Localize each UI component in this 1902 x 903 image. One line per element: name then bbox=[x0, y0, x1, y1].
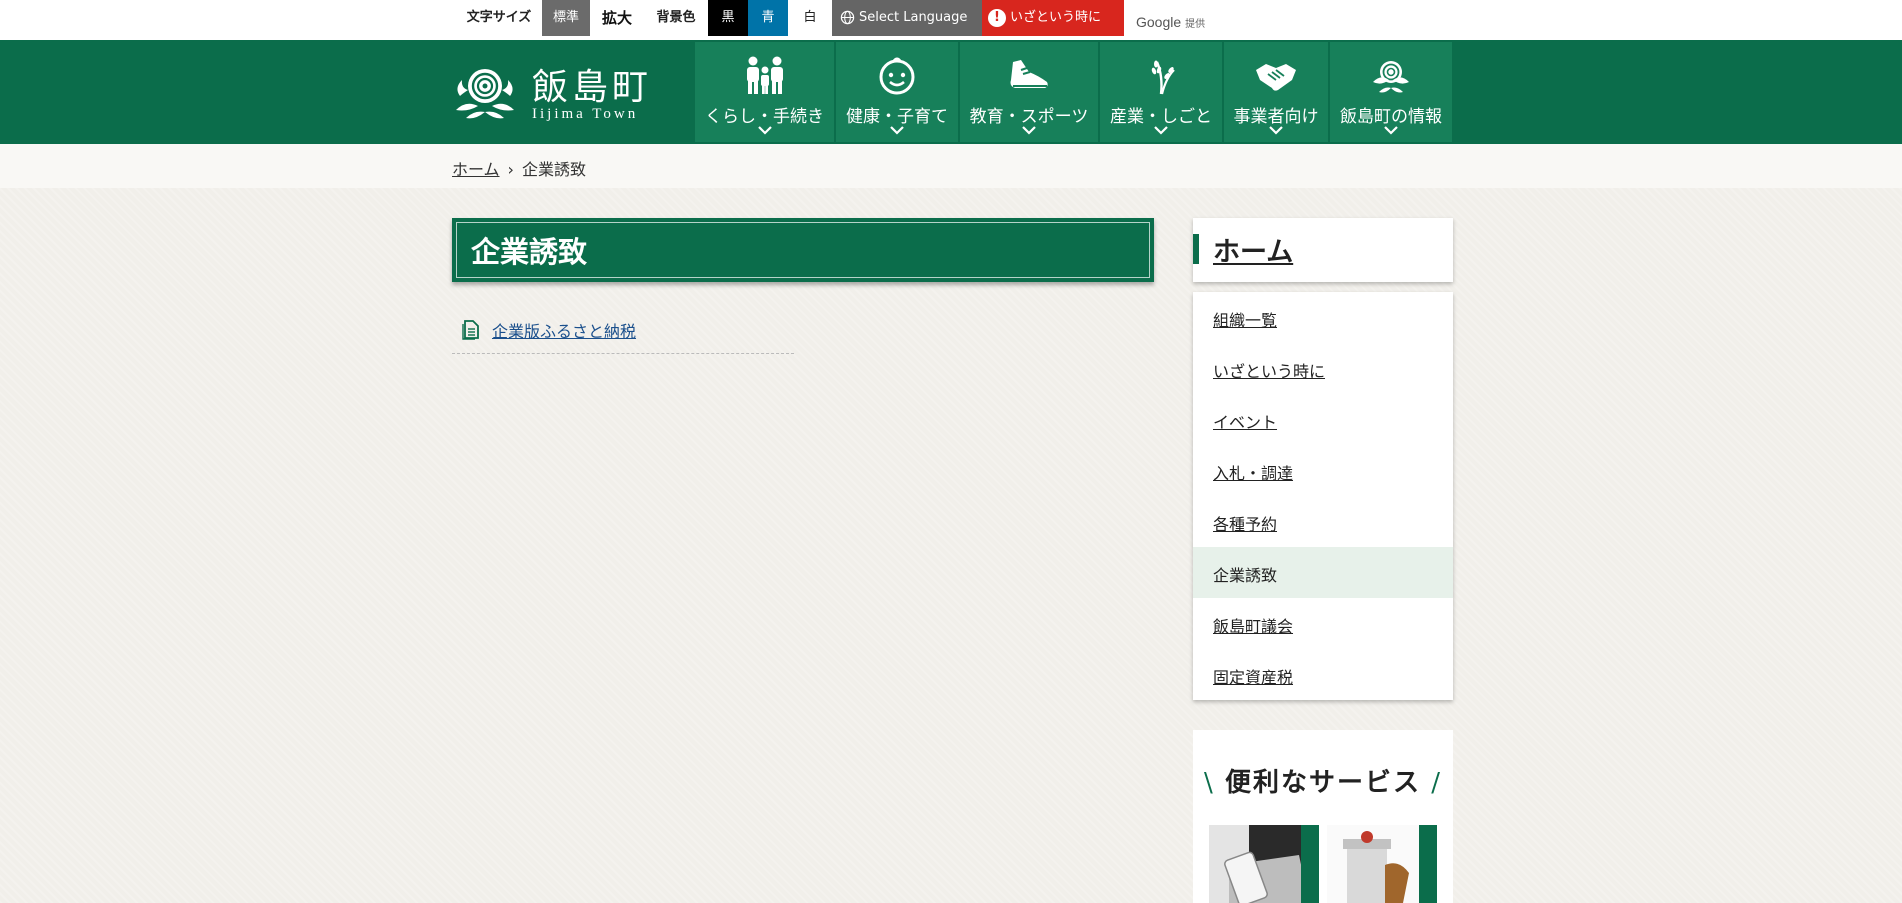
select-language-label: Select Language bbox=[859, 10, 968, 25]
select-language-button[interactable]: Select Language bbox=[832, 0, 982, 36]
font-large-button[interactable]: 拡大 bbox=[590, 0, 644, 36]
nav-label: 健康・子育て bbox=[846, 107, 948, 127]
breadcrumb: ホーム › 企業誘致 bbox=[452, 156, 586, 180]
nav-label: くらし・手続き bbox=[705, 107, 824, 127]
chevron-down-icon bbox=[890, 126, 904, 135]
logo-town-name: 飯島町 bbox=[532, 67, 653, 108]
sidebar-item[interactable]: 入札・調達 bbox=[1193, 445, 1453, 496]
font-size-label: 文字サイズ bbox=[466, 10, 532, 25]
site-logo[interactable]: 飯島町 Iijima Town bbox=[452, 60, 652, 126]
chevron-down-icon bbox=[1154, 126, 1168, 135]
document-icon bbox=[462, 320, 479, 340]
google-translate-credit: Google 提供 bbox=[1136, 14, 1206, 30]
sidebar-item[interactable]: いざという時に bbox=[1193, 343, 1453, 394]
nav-living[interactable]: くらし・手続き bbox=[695, 42, 834, 142]
sidebar-item-current: 企業誘致 bbox=[1193, 547, 1453, 598]
chevron-down-icon bbox=[1384, 126, 1398, 135]
alert-icon: ! bbox=[988, 8, 1006, 27]
nav-label: 飯島町の情報 bbox=[1340, 107, 1442, 127]
list-item: 企業版ふるさと納税 bbox=[452, 310, 794, 354]
bg-black-button[interactable]: 黒 bbox=[708, 0, 748, 36]
town-emblem-icon bbox=[1373, 61, 1409, 93]
sidebar-item[interactable]: イベント bbox=[1193, 394, 1453, 445]
services-panel: \ 便利なサービス / bbox=[1193, 730, 1453, 903]
rice-plant-icon bbox=[1151, 60, 1175, 95]
bg-white-button[interactable]: 白 bbox=[788, 0, 832, 36]
globe-icon bbox=[840, 10, 855, 25]
baby-face-icon bbox=[879, 57, 915, 95]
font-standard-button[interactable]: 標準 bbox=[542, 0, 590, 36]
furusato-tax-link[interactable]: 企業版ふるさと納税 bbox=[492, 318, 636, 342]
town-emblem-icon bbox=[456, 69, 514, 119]
nav-industry[interactable]: 産業・しごと bbox=[1100, 42, 1222, 142]
chevron-down-icon bbox=[757, 126, 772, 135]
sidebar-home-link[interactable]: ホーム bbox=[1213, 230, 1293, 269]
nav-label: 産業・しごと bbox=[1110, 107, 1212, 127]
handshake-icon bbox=[1256, 64, 1296, 91]
bg-color-label: 背景色 bbox=[656, 10, 696, 25]
sidebar-home-box: ホーム bbox=[1193, 218, 1453, 282]
nav-health[interactable]: 健康・子育て bbox=[836, 42, 958, 142]
nav-label: 教育・スポーツ bbox=[969, 107, 1089, 127]
logo-town-name-en: Iijima Town bbox=[532, 106, 639, 122]
chevron-down-icon bbox=[1022, 126, 1036, 135]
nav-education[interactable]: 教育・スポーツ bbox=[960, 42, 1098, 142]
sidebar-item[interactable]: 組織一覧 bbox=[1193, 292, 1453, 343]
sneaker-icon bbox=[1010, 60, 1048, 88]
chevron-down-icon bbox=[1269, 126, 1283, 135]
utility-bar: 文字サイズ 標準 拡大 背景色 黒 青 白 Select Language ! い… bbox=[0, 0, 1902, 40]
page-title: 企業誘致 bbox=[471, 235, 588, 269]
family-icon bbox=[746, 56, 783, 94]
page-title-box: 企業誘致 bbox=[452, 218, 1154, 282]
bg-blue-button[interactable]: 青 bbox=[748, 0, 788, 36]
breadcrumb-current: 企業誘致 bbox=[521, 160, 586, 179]
service-thumb-garbage[interactable] bbox=[1327, 825, 1437, 903]
emergency-button[interactable]: ! いざという時に bbox=[982, 0, 1124, 36]
nav-town-info[interactable]: 飯島町の情報 bbox=[1330, 42, 1452, 142]
service-thumb-online[interactable] bbox=[1209, 825, 1319, 903]
nav-business[interactable]: 事業者向け bbox=[1224, 42, 1328, 142]
services-title: \ 便利なサービス / bbox=[1203, 768, 1443, 798]
emergency-label: いざという時に bbox=[1010, 10, 1102, 25]
sidebar-menu: 組織一覧 いざという時に イベント 入札・調達 各種予約 企業誘致 飯島町議会 … bbox=[1193, 292, 1453, 700]
nav-label: 事業者向け bbox=[1233, 107, 1319, 127]
breadcrumb-home-link[interactable]: ホーム bbox=[452, 160, 500, 179]
sidebar-item[interactable]: 各種予約 bbox=[1193, 496, 1453, 547]
chevron-right-icon: › bbox=[507, 160, 514, 179]
sidebar-item[interactable]: 飯島町議会 bbox=[1193, 598, 1453, 649]
breadcrumb-bar bbox=[0, 144, 1902, 188]
sidebar-item[interactable]: 固定資産税 bbox=[1193, 649, 1453, 700]
